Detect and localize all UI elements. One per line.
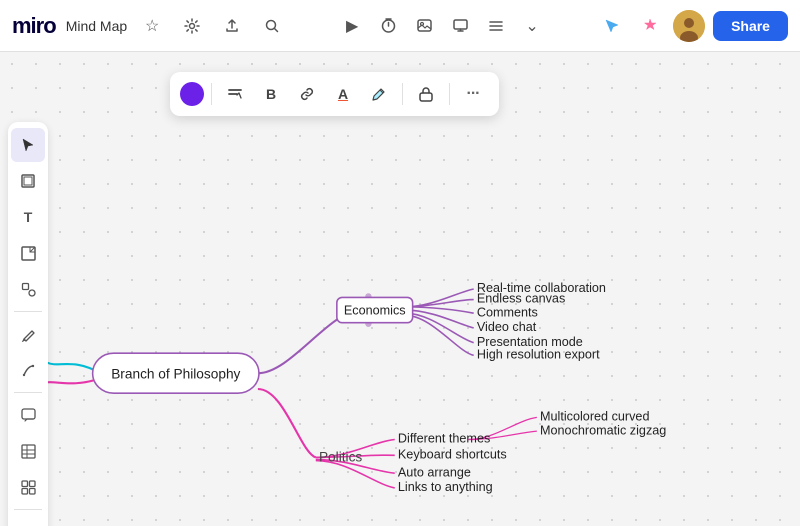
avatar[interactable] (673, 10, 705, 42)
svg-text:High resolution export: High resolution export (477, 347, 600, 361)
svg-text:Links to anything: Links to anything (398, 480, 493, 494)
mindmap-svg: Real-time collaboration Endless canvas C… (0, 52, 800, 526)
table-tool[interactable] (11, 434, 45, 468)
topbar-right: Share (597, 10, 788, 42)
svg-text:Endless canvas: Endless canvas (477, 292, 565, 306)
floating-toolbar: B A ··· (170, 72, 499, 116)
magic-button[interactable] (635, 11, 665, 41)
cursor-share-button[interactable] (597, 11, 627, 41)
screen-button[interactable] (445, 11, 475, 41)
board-name: Mind Map (66, 18, 127, 34)
link-button[interactable] (291, 78, 323, 110)
color-picker-button[interactable] (180, 82, 204, 106)
menu-button[interactable] (481, 11, 511, 41)
svg-text:Branch of Philosophy: Branch of Philosophy (111, 366, 240, 381)
svg-text:Multicolored curved: Multicolored curved (540, 410, 649, 424)
select-tool[interactable] (11, 128, 45, 162)
more-center-button[interactable]: ⌄ (517, 11, 547, 41)
share-button[interactable]: Share (713, 11, 788, 41)
more-options-button[interactable]: ··· (457, 78, 489, 110)
toolbar-separator-1 (211, 83, 212, 105)
svg-text:Comments: Comments (477, 305, 538, 319)
image-button[interactable] (409, 11, 439, 41)
format-button[interactable] (219, 78, 251, 110)
svg-text:Video chat: Video chat (477, 320, 537, 334)
shapes-tool[interactable] (11, 272, 45, 306)
svg-text:Economics: Economics (344, 303, 406, 317)
highlight-button[interactable] (363, 78, 395, 110)
star-button[interactable]: ☆ (137, 11, 167, 41)
apps-tool[interactable] (11, 470, 45, 504)
text-tool[interactable]: T (11, 200, 45, 234)
more-tools-button[interactable]: » (11, 515, 45, 526)
frame-tool[interactable] (11, 164, 45, 198)
export-button[interactable] (217, 11, 247, 41)
settings-button[interactable] (177, 11, 207, 41)
svg-text:Politics: Politics (319, 450, 362, 465)
svg-text:Different themes: Different themes (398, 432, 490, 446)
search-button[interactable] (257, 11, 287, 41)
svg-text:Keyboard shortcuts: Keyboard shortcuts (398, 447, 507, 461)
topbar: miro Mind Map ☆ ▶ (0, 0, 800, 52)
svg-text:Auto arrange: Auto arrange (398, 465, 471, 479)
topbar-center: ▶ ⌄ (337, 11, 547, 41)
toolbar-separator-2 (402, 83, 403, 105)
canvas: T (0, 52, 800, 526)
svg-text:Monochromatic zigzag: Monochromatic zigzag (540, 423, 666, 437)
miro-logo: miro (12, 13, 56, 39)
text-color-button[interactable]: A (327, 78, 359, 110)
topbar-left: miro Mind Map ☆ (12, 11, 287, 41)
pen-tool[interactable] (11, 317, 45, 351)
nav-arrow-button[interactable]: ▶ (337, 11, 367, 41)
left-toolbar: T (8, 122, 48, 526)
sticky-tool[interactable] (11, 236, 45, 270)
timer-button[interactable] (373, 11, 403, 41)
comment-tool[interactable] (11, 398, 45, 432)
toolbar-separator-3 (449, 83, 450, 105)
bold-button[interactable]: B (255, 78, 287, 110)
lock-button[interactable] (410, 78, 442, 110)
arc-tool[interactable] (11, 353, 45, 387)
